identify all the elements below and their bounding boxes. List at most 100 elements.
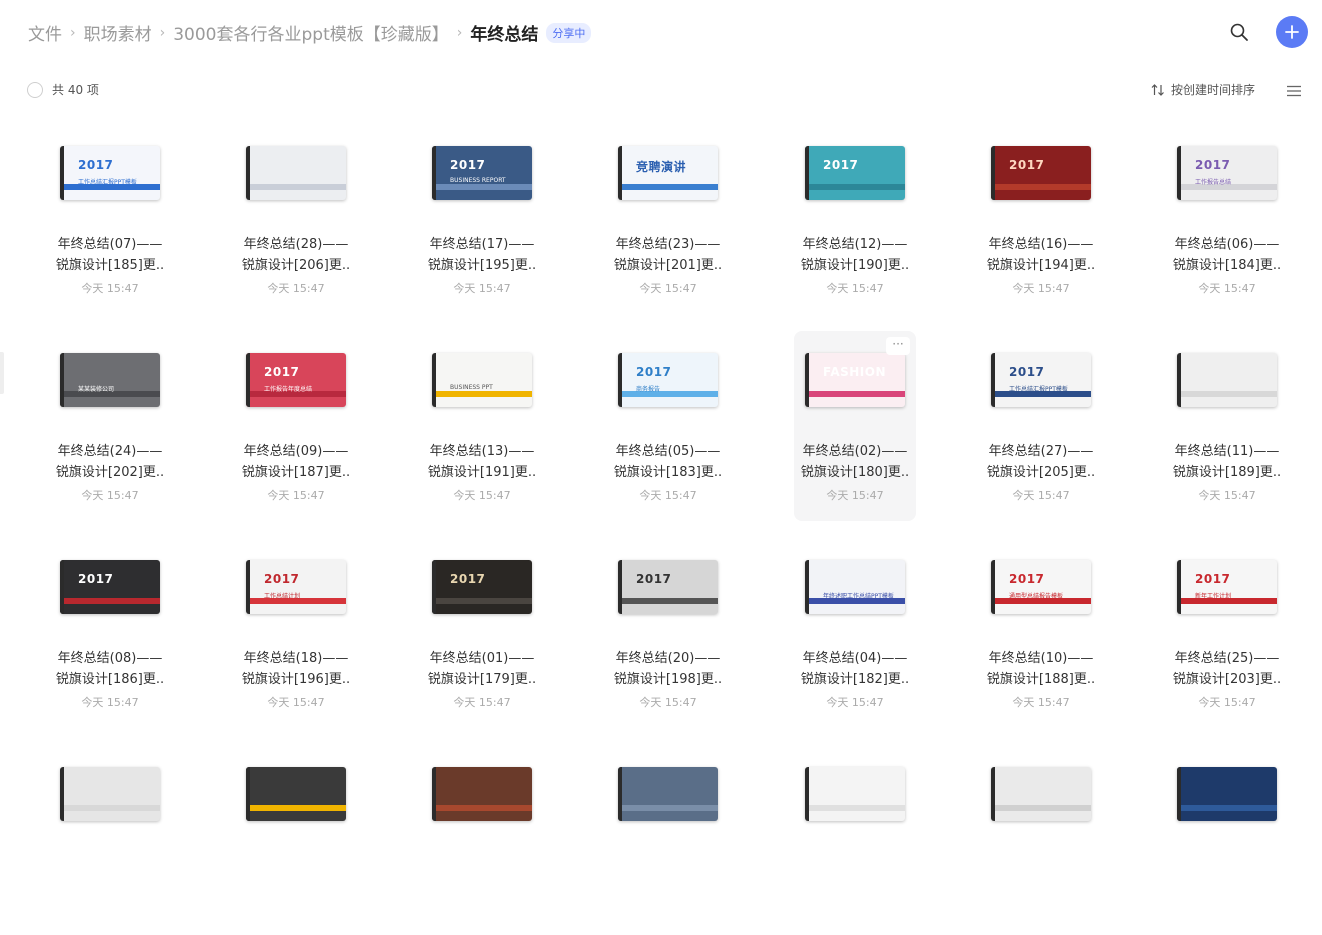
file-name: 年终总结(01)—— 锐旗设计[179]更.. (421, 648, 543, 690)
thumbnail-accent-bar (64, 805, 160, 811)
file-thumbnail: 2017 新年工作计划 (1177, 560, 1277, 614)
thumbnail-title: 2017 (264, 365, 300, 379)
thumbnail-accent-bar (995, 184, 1091, 190)
file-thumbnail: 2017 (805, 146, 905, 200)
file-card[interactable]: 年终述职工作总结PPT模板年终总结(04)—— 锐旗设计[182]更.. 今天 15… (794, 538, 916, 728)
thumbnail-spine (60, 146, 64, 200)
file-card[interactable]: 2017 年终总结(12)—— 锐旗设计[190]更.. 今天 15:47 (794, 124, 916, 314)
file-card[interactable] (794, 745, 916, 935)
thumbnail-accent-bar (1181, 805, 1277, 811)
file-time: 今天 15:47 (267, 489, 325, 502)
file-time: 今天 15:47 (826, 696, 884, 709)
file-card[interactable]: 2017 工作报告总结 年终总结(06)—— 锐旗设计[184]更.. 今天 15:47 (1166, 124, 1288, 314)
file-name: 年终总结(12)—— 锐旗设计[190]更.. (794, 234, 916, 276)
thumbnail-accent-bar (809, 805, 905, 811)
file-name: 年终总结(18)—— 锐旗设计[196]更.. (235, 648, 357, 690)
thumbnail-spine (432, 353, 436, 407)
file-name: 年终总结(05)—— 锐旗设计[183]更.. (607, 441, 729, 483)
file-name-line1: 年终总结(04)—— (802, 651, 908, 666)
file-card[interactable]: 2017 年终总结(16)—— 锐旗设计[194]更.. 今天 15:47 (980, 124, 1102, 314)
file-card[interactable]: 2017 工作报告年度总结 年终总结(09)—— 锐旗设计[187]更.. 今天 15:… (235, 331, 357, 521)
file-time: 今天 15:47 (639, 489, 697, 502)
file-name-line2: 锐旗设计[201]更.. (613, 258, 723, 273)
file-name-line1: 年终总结(08)—— (57, 651, 163, 666)
file-time: 今天 15:47 (81, 282, 139, 295)
more-dots-icon[interactable]: ··· (886, 337, 910, 355)
file-name-line2: 锐旗设计[203]更.. (1172, 672, 1282, 687)
file-card[interactable]: 某某装修公司 年终总结(24)—— 锐旗设计[202]更.. 今天 15:47 (49, 331, 171, 521)
file-card[interactable]: 2017 工作总结汇报PPT模板年终总结(27)—— 锐旗设计[205]更.. 今天 … (980, 331, 1102, 521)
thumbnail-title: FASHION (823, 365, 887, 379)
file-thumbnail: 2017 工作总结汇报PPT模板 (991, 353, 1091, 407)
file-card[interactable]: 2017 年终总结(01)—— 锐旗设计[179]更.. 今天 15:47 (421, 538, 543, 728)
file-card[interactable] (1166, 745, 1288, 935)
file-name-line2: 锐旗设计[205]更.. (986, 465, 1096, 480)
file-card[interactable]: 年终总结(28)—— 锐旗设计[206]更.. 今天 15:47 (235, 124, 357, 314)
thumbnail-spine (246, 560, 250, 614)
file-time: 今天 15:47 (1012, 489, 1070, 502)
thumbnail-title: 2017 (450, 572, 486, 586)
file-name: 年终总结(02)—— 锐旗设计[180]更.. (794, 441, 916, 483)
thumbnail-subtitle: 工作总结汇报PPT模板 (1009, 386, 1068, 393)
thumbnail-title: 2017 (78, 158, 114, 172)
thumbnail-title: 2017 (1009, 158, 1045, 172)
file-card[interactable]: 竞聘演讲 年终总结(23)—— 锐旗设计[201]更.. 今天 15:47 (607, 124, 729, 314)
thumbnail-spine (1177, 767, 1181, 821)
file-name: 年终总结(20)—— 锐旗设计[198]更.. (607, 648, 729, 690)
file-name-line1: 年终总结(27)—— (988, 444, 1094, 459)
file-card[interactable]: 2017 通用型总结报告模板 年终总结(10)—— 锐旗设计[188]更.. 今天 15… (980, 538, 1102, 728)
file-card[interactable]: 2017 年终总结(20)—— 锐旗设计[198]更.. 今天 15:47 (607, 538, 729, 728)
thumbnail-subtitle: 通用型总结报告模板 (1009, 593, 1064, 600)
file-card[interactable] (980, 745, 1102, 935)
file-card[interactable]: 2017 工作总结汇报PPT模板年终总结(07)—— 锐旗设计[185]更.. 今天 … (49, 124, 171, 314)
file-name: 年终总结(04)—— 锐旗设计[182]更.. (794, 648, 916, 690)
file-card[interactable]: 2017 年终总结(08)—— 锐旗设计[186]更.. 今天 15:47 (49, 538, 171, 728)
file-name: 年终总结(10)—— 锐旗设计[188]更.. (980, 648, 1102, 690)
file-time: 今天 15:47 (267, 282, 325, 295)
file-name-line2: 锐旗设计[206]更.. (241, 258, 351, 273)
file-card[interactable]: 2017 BUSINESS REPORT 年终总结(17)—— 锐旗设计[195]更.… (421, 124, 543, 314)
file-thumbnail (1177, 353, 1277, 407)
thumbnail-spine (432, 560, 436, 614)
thumbnail-spine (246, 353, 250, 407)
file-card[interactable]: 年终总结(11)—— 锐旗设计[189]更.. 今天 15:47 (1166, 331, 1288, 521)
file-name-line1: 年终总结(07)—— (57, 237, 163, 252)
file-card[interactable]: 2017 商务报告 年终总结(05)—— 锐旗设计[183]更.. 今天 15:47 (607, 331, 729, 521)
thumbnail-spine (432, 767, 436, 821)
file-card[interactable]: FASHION 年终总结(02)—— 锐旗设计[180]更.. 今天 15:47 ··· (794, 331, 916, 521)
file-name-line1: 年终总结(24)—— (57, 444, 163, 459)
file-card[interactable] (235, 745, 357, 935)
thumbnail-spine (618, 767, 622, 821)
file-thumbnail: BUSINESS PPT (432, 353, 532, 407)
file-name: 年终总结(07)—— 锐旗设计[185]更.. (49, 234, 171, 276)
file-card[interactable]: 2017 新年工作计划 年终总结(25)—— 锐旗设计[203]更.. 今天 15:47 (1166, 538, 1288, 728)
thumbnail-spine (1177, 146, 1181, 200)
file-card[interactable] (607, 745, 729, 935)
file-name-line1: 年终总结(23)—— (615, 237, 721, 252)
file-time: 今天 15:47 (826, 489, 884, 502)
thumbnail-accent-bar (1181, 391, 1277, 397)
file-name: 年终总结(28)—— 锐旗设计[206]更.. (235, 234, 357, 276)
thumbnail-title: 2017 (1195, 572, 1231, 586)
file-name-line2: 锐旗设计[195]更.. (427, 258, 537, 273)
thumbnail-spine (1177, 560, 1181, 614)
file-name-line2: 锐旗设计[180]更.. (800, 465, 910, 480)
thumbnail-subtitle: BUSINESS PPT (450, 384, 493, 391)
thumbnail-accent-bar (250, 184, 346, 190)
file-thumbnail (805, 767, 905, 821)
thumbnail-subtitle: 工作总结汇报PPT模板 (78, 179, 137, 186)
thumbnail-title: 2017 (823, 158, 859, 172)
file-name-line1: 年终总结(11)—— (1174, 444, 1280, 459)
file-card[interactable] (49, 745, 171, 935)
file-time: 今天 15:47 (639, 696, 697, 709)
file-thumbnail (1177, 767, 1277, 821)
file-card[interactable] (421, 745, 543, 935)
file-name-line1: 年终总结(18)—— (243, 651, 349, 666)
file-card[interactable]: 2017 工作总结计划 年终总结(18)—— 锐旗设计[196]更.. 今天 15:47 (235, 538, 357, 728)
thumbnail-spine (246, 146, 250, 200)
file-thumbnail: 年终述职工作总结PPT模板 (805, 560, 905, 614)
file-thumbnail: 2017 工作总结计划 (246, 560, 346, 614)
thumbnail-title: 2017 (78, 572, 114, 586)
thumbnail-spine (60, 767, 64, 821)
file-card[interactable]: BUSINESS PPT 年终总结(13)—— 锐旗设计[191]更.. 今天 15:… (421, 331, 543, 521)
